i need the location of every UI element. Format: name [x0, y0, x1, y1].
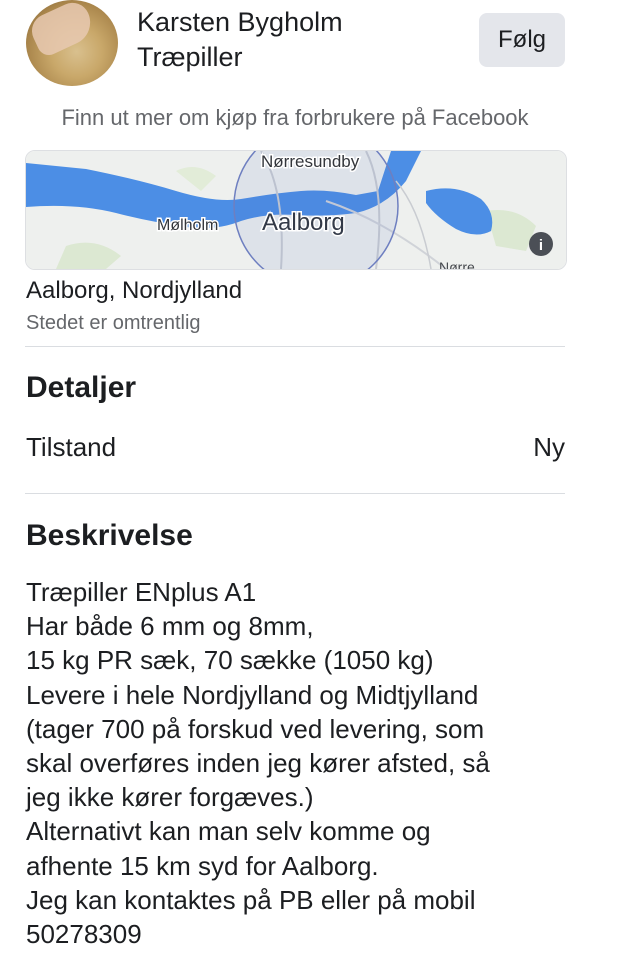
- map-label-molholm: Mølholm: [157, 217, 218, 234]
- map-label-aalborg: Aalborg: [262, 209, 345, 236]
- divider: [25, 346, 565, 347]
- map-info-icon[interactable]: i: [529, 232, 553, 256]
- condition-value: Ny: [533, 432, 565, 462]
- description-line: skal overføres inden jeg kører afsted, s…: [26, 748, 490, 779]
- description-line: Alternativt kan man selv komme og: [26, 816, 431, 847]
- map-label-norre: Nørre: [439, 259, 475, 269]
- location-map[interactable]: Nørresundby Mølholm Aalborg Nørre i: [25, 150, 567, 270]
- listing-title: Træpiller: [137, 42, 243, 72]
- condition-label: Tilstand: [26, 432, 117, 462]
- location-name: Aalborg, Nordjylland: [26, 277, 243, 304]
- seller-name[interactable]: Karsten Bygholm: [137, 6, 343, 38]
- description-line: Træpiller ENplus A1: [26, 577, 257, 607]
- map-label-norresundby: Nørresundby: [261, 152, 360, 171]
- description-line: 15 kg PR sæk, 70 sække (1050 kg): [26, 645, 434, 676]
- description-line: Har både 6 mm og 8mm,: [26, 611, 314, 642]
- description-text: Træpiller ENplus A1 Har både 6 mm og 8mm…: [26, 575, 606, 951]
- description-line: Jeg kan kontaktes på PB eller på mobil: [26, 884, 476, 915]
- description-line: afhente 15 km syd for Aalborg.: [26, 850, 379, 881]
- divider: [25, 493, 565, 494]
- facebook-info-link[interactable]: Finn ut mer om kjøp fra forbrukere på Fa…: [0, 105, 590, 131]
- description-heading: Beskrivelse: [26, 519, 193, 552]
- description-line: 50278309: [26, 919, 142, 950]
- description-line: jeg ikke kører forgæves.): [26, 782, 314, 813]
- follow-button[interactable]: Følg: [479, 13, 565, 67]
- seller-avatar[interactable]: [26, 0, 118, 86]
- description-line: (tager 700 på forskud ved levering, som: [26, 713, 485, 744]
- avatar-hand-image: [26, 0, 98, 59]
- description-line: Levere i hele Nordjylland og Midtjylland: [26, 679, 479, 710]
- svg-text:i: i: [539, 237, 543, 254]
- location-approx-note: Stedet er omtrentlig: [26, 312, 201, 334]
- details-heading: Detaljer: [26, 371, 137, 404]
